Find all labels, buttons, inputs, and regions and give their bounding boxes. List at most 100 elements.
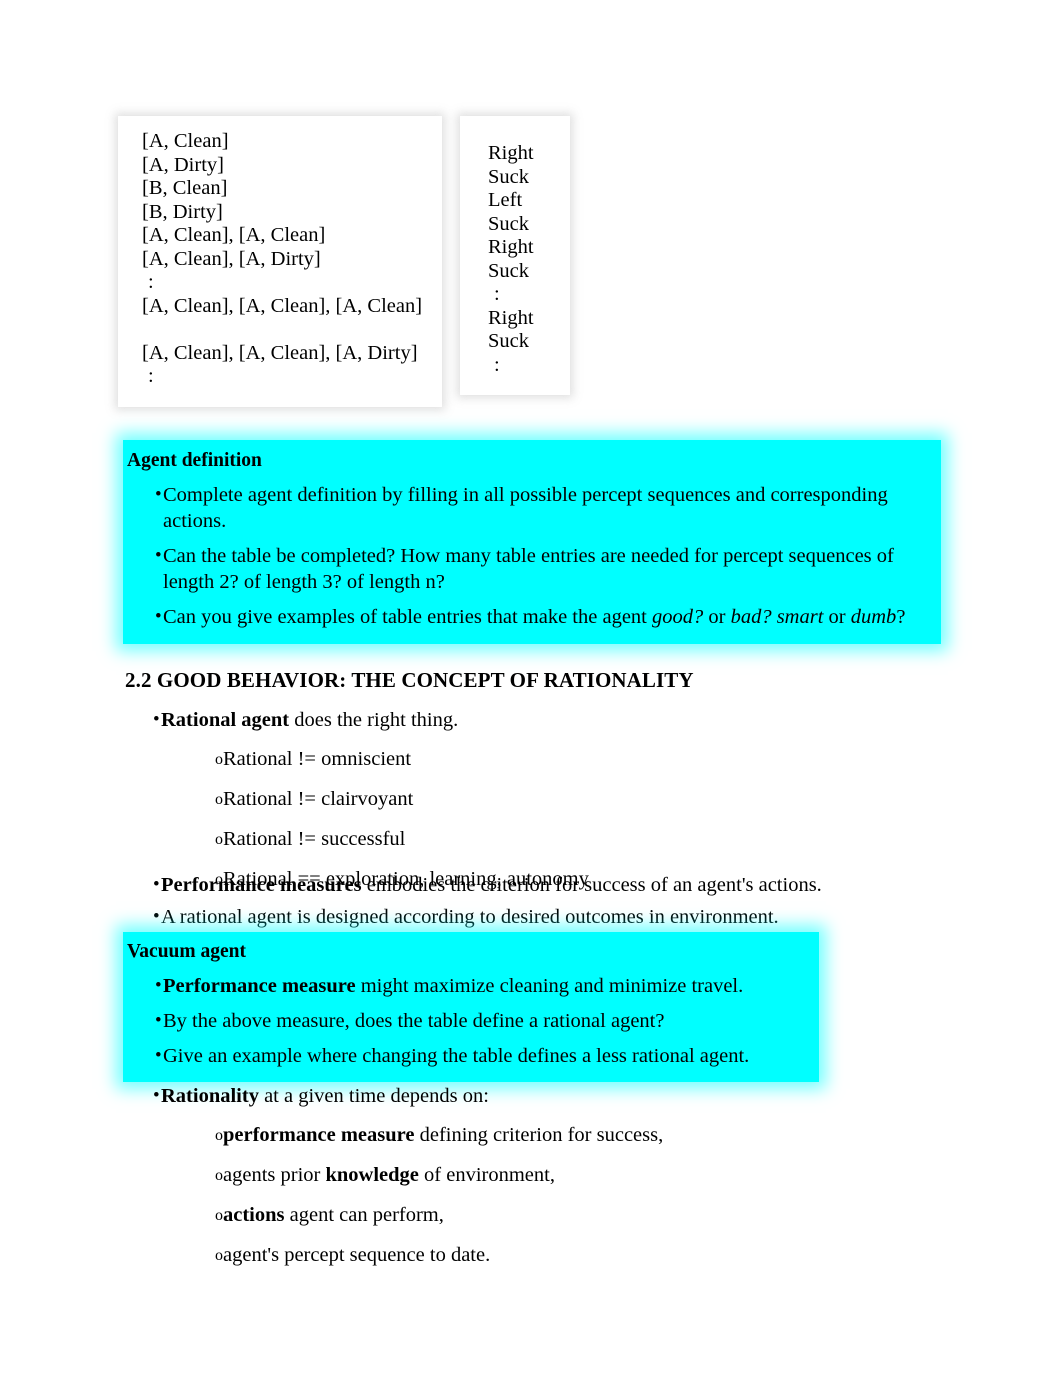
rationality-lead-run-0: Rationality <box>161 1085 259 1107</box>
action-row: Suck <box>488 165 529 188</box>
percept-sequence-row: [B, Clean] <box>142 177 228 199</box>
rationality-sub-item-2: o actions agent can perform, <box>123 1202 923 1229</box>
percept-sequence-row: [A, Dirty] <box>142 153 224 176</box>
performance-bullet-1-text: A rational agent is designed according t… <box>161 904 923 930</box>
rational-sub-item-1: o Rational != clairvoyant <box>123 786 923 813</box>
agent-definition-bullet-2-run-2: or <box>703 606 731 628</box>
vacuum-agent-bullet-1: • By the above measure, does the table de… <box>125 1008 807 1034</box>
percept-sequence-row: [A, Clean] <box>142 130 229 152</box>
bullet-marker-icon: • <box>155 606 162 627</box>
rationality-sub-item-2-text: actions agent can perform, <box>223 1202 923 1229</box>
action-row: : <box>494 283 500 305</box>
performance-bullet-0-run-0: Performance measures <box>161 874 362 896</box>
agent-definition-bullet-0: • Complete agent definition by filling in… <box>125 482 929 534</box>
rationality-sub-item-2-run-0: actions <box>223 1204 285 1226</box>
page-title: 2.2 GOOD BEHAVIOR: THE CONCEPT OF RATION… <box>125 668 694 692</box>
rational-agent-lead-run-0: Rational agent <box>161 709 290 731</box>
circle-marker-icon: o <box>215 791 223 808</box>
rational-agent-lead-text: Rational agent does the right thing. <box>161 707 923 733</box>
vacuum-agent-bullet-0: • Performance measure might maximize clea… <box>125 973 807 999</box>
rationality-sub-item-1-run-0: agents prior <box>223 1164 326 1186</box>
percept-sequence-row: [B, Dirty] <box>142 200 223 223</box>
bullet-marker-icon: • <box>153 1085 160 1106</box>
action-row: Left <box>488 189 523 211</box>
vacuum-agent-bullet-1-text: By the above measure, does the table def… <box>163 1008 807 1034</box>
action-row: Right <box>488 142 534 164</box>
agent-definition-bullet-2-run-1: good? <box>652 606 704 628</box>
rational-sub-item-0-text: Rational != omniscient <box>223 746 923 773</box>
percept-sequence-row: : <box>148 271 154 293</box>
rational-sub-item-2-text: Rational != successful <box>223 826 923 853</box>
vacuum-agent-bullet-list: • Performance measure might maximize clea… <box>125 973 807 1069</box>
percept-sequence-row: [A, Clean], [A, Clean] <box>142 224 326 246</box>
performance-bullet-0: • Performance measures embodies the crite… <box>123 872 923 898</box>
percept-sequence-row: [A, Clean], [A, Clean], [A, Clean] <box>142 294 423 317</box>
table-cell-percept-sequences: [A, Clean] [A, Dirty] [B, Clean] [B, Dirty]… <box>118 116 442 407</box>
rational-agent-lead-run-1: does the right thing. <box>289 709 459 731</box>
action-row: Suck <box>488 212 529 235</box>
vacuum-agent-bullet-2-text: Give an example where changing the table… <box>163 1043 807 1069</box>
bullet-marker-icon: • <box>155 484 162 505</box>
percept-sequence-row: [A, Clean], [A, Dirty] <box>142 247 321 270</box>
table-cell-actions: Right Suck Left Suck Right Suck: Right Suck: <box>460 116 570 395</box>
circle-marker-icon: o <box>215 751 223 768</box>
rational-sub-item-1-run-0: Rational != clairvoyant <box>223 788 414 810</box>
rationality-sub-item-0-run-1: defining criterion for success, <box>414 1124 664 1146</box>
agent-definition-bullet-2-run-4: or <box>823 606 851 628</box>
agent-definition-title: Agent definition <box>127 450 262 471</box>
vacuum-agent-bullet-0-run-1: might maximize cleaning and minimize tra… <box>355 975 744 997</box>
agent-definition-bullet-2-run-5: dumb <box>850 606 897 628</box>
rationality-sub-item-3-run-0: agent's percept sequence to date. <box>223 1244 491 1266</box>
performance-bullet-0-run-1: embodies the criterion for success of an… <box>361 874 822 896</box>
agent-definition-callout: Agent definition • Complete agent definit… <box>123 440 941 644</box>
rationality-sub-item-0: o performance measure defining criterion … <box>123 1122 923 1149</box>
action-row: Right <box>488 306 534 329</box>
rationality-sub-item-1-run-1: knowledge <box>325 1164 419 1186</box>
rational-sub-item-0-run-0: Rational != omniscient <box>223 748 412 770</box>
agent-definition-bullet-1: • Can the table be completed? How many ta… <box>125 543 929 595</box>
agent-definition-bullet-list: • Complete agent definition by filling in… <box>125 482 929 630</box>
performance-measures-block: • Performance measures embodies the crite… <box>123 866 923 930</box>
bullet-marker-icon: • <box>155 545 162 566</box>
action-row: Suck <box>488 330 529 352</box>
agent-definition-bullet-2-run-0: Can you give examples of table entries t… <box>163 606 652 628</box>
rationality-sub-item-0-run-0: performance measure <box>223 1124 415 1146</box>
vacuum-agent-callout: Vacuum agent • Performance measure might … <box>123 932 819 1082</box>
agent-definition-bullet-2-run-6: ? <box>896 606 906 628</box>
rationality-sub-item-3: o agent's percept sequence to date. <box>123 1242 923 1269</box>
vacuum-agent-title: Vacuum agent <box>127 941 246 962</box>
bullet-marker-icon: • <box>153 906 160 927</box>
circle-marker-icon: o <box>215 1207 223 1224</box>
circle-marker-icon: o <box>215 1247 223 1264</box>
bullet-marker-icon: • <box>155 975 162 996</box>
rationality-sub-item-2-run-1: agent can perform, <box>284 1204 444 1226</box>
action-row: Suck <box>488 259 529 282</box>
rationality-sub-item-1-text: agents prior knowledge of environment, <box>223 1162 923 1189</box>
rational-sub-item-2: o Rational != successful <box>123 826 923 853</box>
action-row: : <box>494 353 500 376</box>
rationality-lead-text: Rationality at a given time depends on: <box>161 1083 923 1109</box>
vacuum-agent-bullet-0-text: Performance measure might maximize clean… <box>163 973 807 999</box>
rational-sub-item-0: o Rational != omniscient <box>123 746 923 773</box>
performance-bullet-1: • A rational agent is designed according … <box>123 904 923 930</box>
percept-action-table: [A, Clean] [A, Dirty] [B, Clean] [B, Dirty]… <box>118 116 578 407</box>
agent-definition-bullet-0-text: Complete agent definition by filling in … <box>163 482 929 534</box>
table-spacer-row <box>142 318 436 342</box>
percept-sequence-row: : <box>148 365 154 387</box>
agent-definition-bullet-2-text: Can you give examples of table entries t… <box>163 604 929 630</box>
agent-definition-bullet-1-text: Can the table be completed? How many tab… <box>163 543 929 595</box>
rationality-lead-run-1: at a given time depends on: <box>258 1085 489 1107</box>
circle-marker-icon: o <box>215 1127 223 1144</box>
bullet-marker-icon: • <box>153 709 160 730</box>
vacuum-agent-bullet-2: • Give an example where changing the tabl… <box>125 1043 807 1069</box>
bullet-marker-icon: • <box>153 874 160 895</box>
circle-marker-icon: o <box>215 1167 223 1184</box>
percept-sequence-row: [A, Clean], [A, Clean], [A, Dirty] <box>142 341 418 364</box>
vacuum-agent-bullet-2-run-0: Give an example where changing the table… <box>163 1045 750 1067</box>
rationality-sub-item-3-text: agent's percept sequence to date. <box>223 1242 923 1269</box>
agent-definition-bullet-0-run-0: Complete agent definition by filling in … <box>163 484 888 532</box>
rationality-sub-item-1-run-2: of environment, <box>418 1164 555 1186</box>
performance-bullet-1-run-0: A rational agent is designed according t… <box>161 906 779 928</box>
rational-agent-block: • Rational agent does the right thing. o Ra… <box>123 698 923 893</box>
circle-marker-icon: o <box>215 831 223 848</box>
